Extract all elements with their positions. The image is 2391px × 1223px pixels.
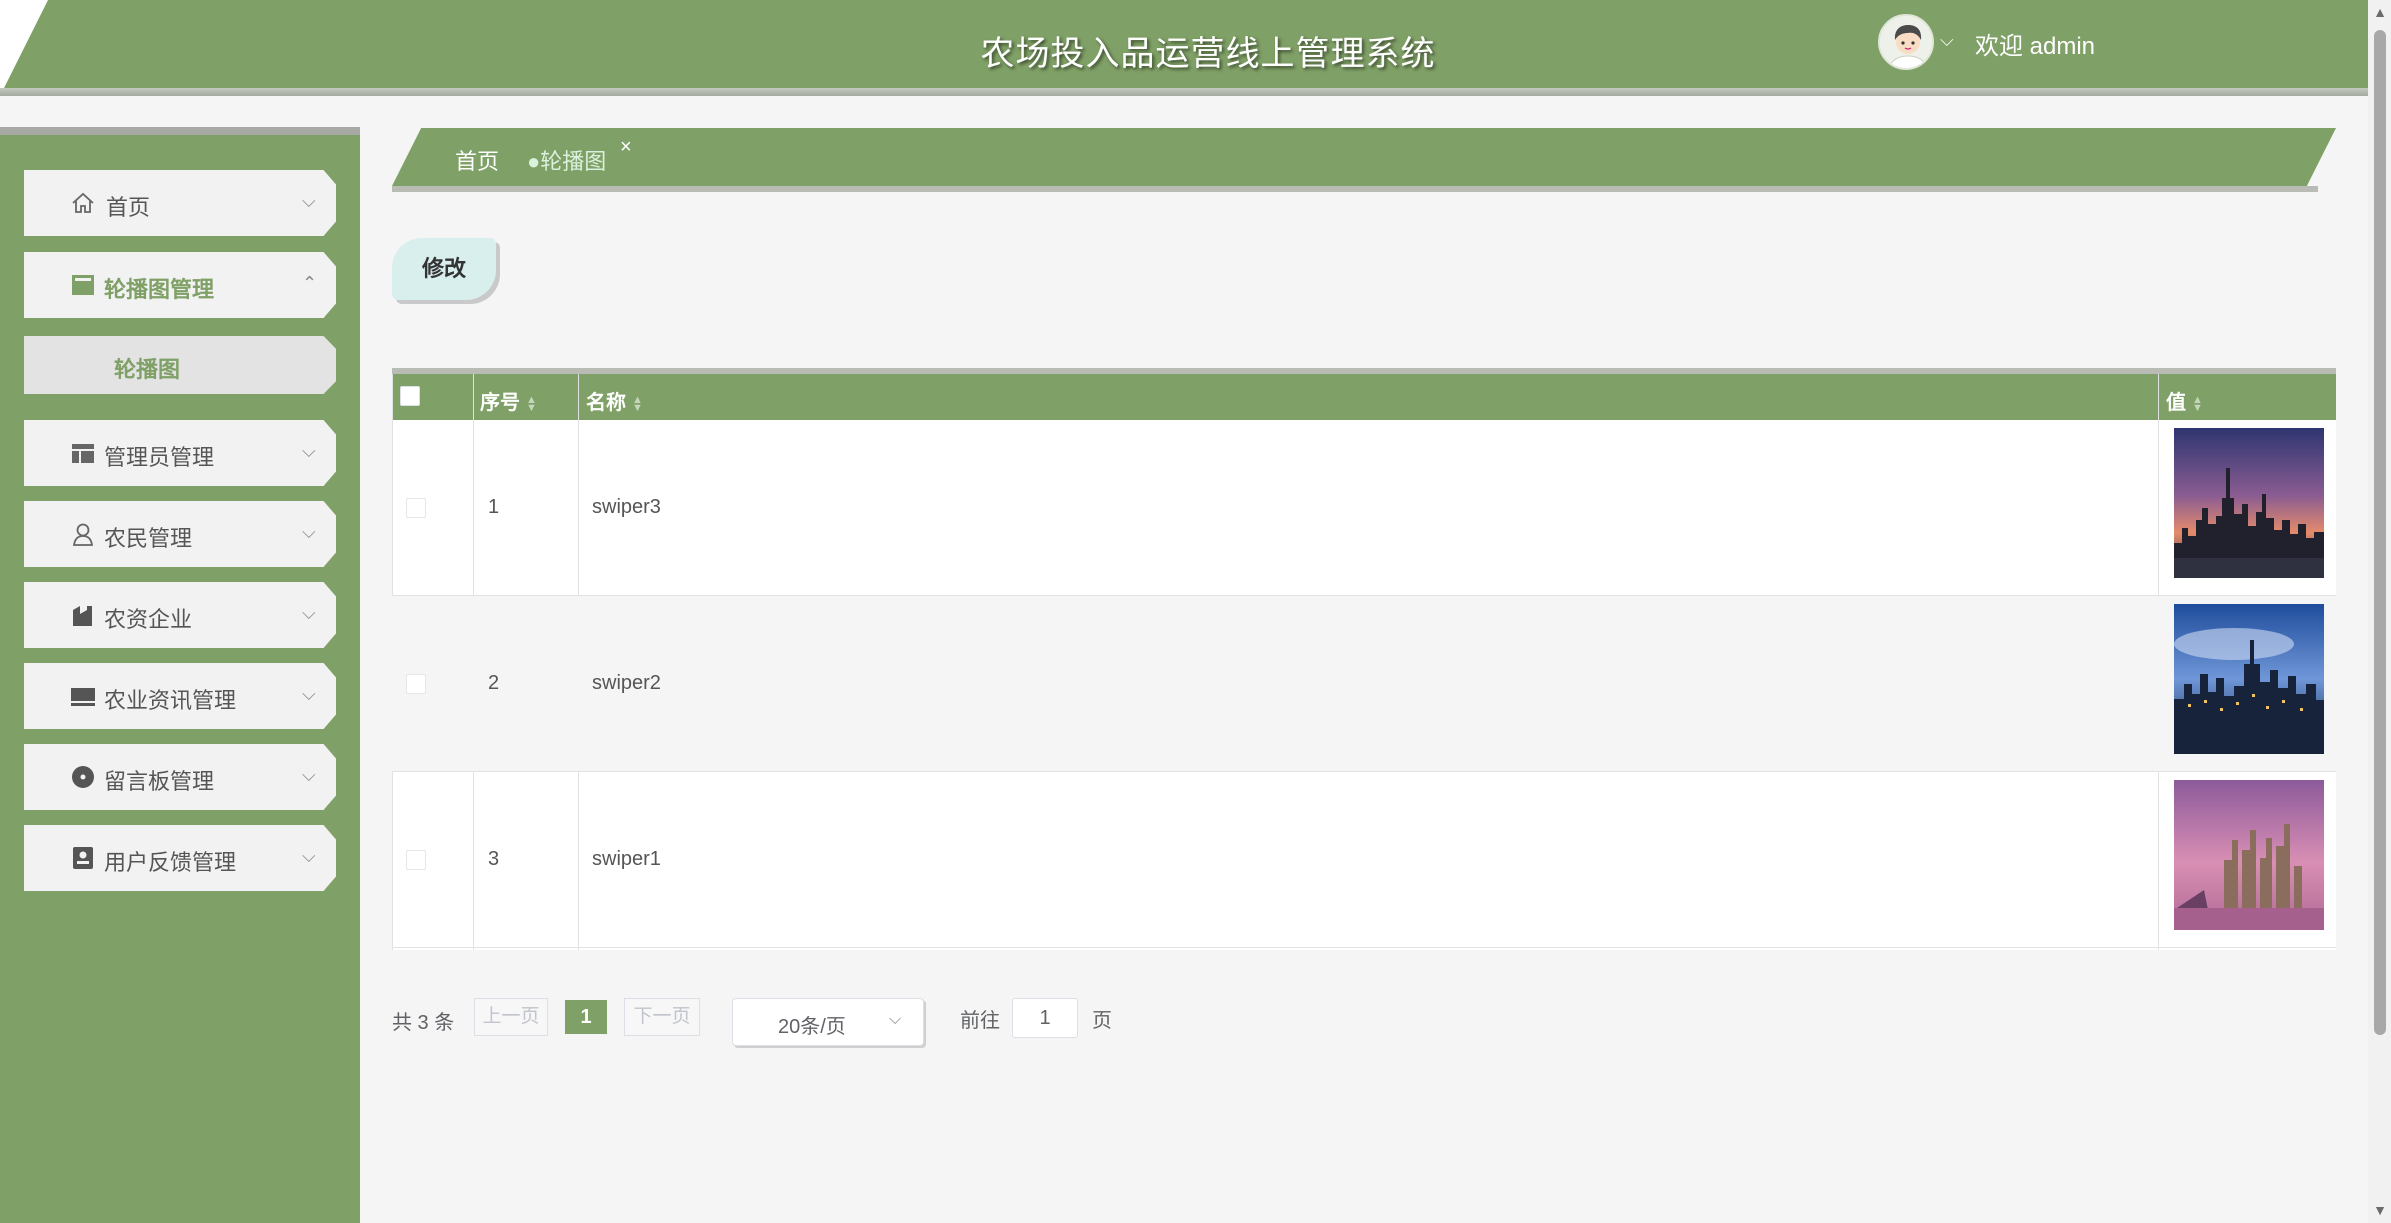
contact-card-icon (73, 847, 93, 869)
home-icon (72, 192, 94, 213)
carousel-table: 序号 ▲ ▼ 名称 ▲ ▼ 值 ▲ ▼ 1 swiper3 2 swiper2 … (392, 368, 2336, 950)
select-all-checkbox[interactable] (400, 386, 420, 406)
chevron-down-icon: ⌵ (302, 191, 316, 211)
column-header-index[interactable]: 序号 ▲ ▼ (480, 386, 537, 415)
sort-icon[interactable]: ▲ ▼ (632, 394, 643, 413)
next-page-button[interactable]: 下一页 (624, 998, 700, 1036)
goto-page-input[interactable] (1012, 998, 1078, 1038)
column-header-value[interactable]: 值 ▲ ▼ (2166, 386, 2203, 415)
row-checkbox[interactable] (406, 674, 426, 694)
breadcrumb-current-tab[interactable]: ●轮播图 (527, 144, 606, 176)
user-avatar[interactable] (1878, 14, 1934, 70)
welcome-text: 欢迎 admin (1975, 33, 2096, 60)
chevron-down-icon: ⌵ (302, 603, 316, 623)
table-row[interactable]: 2 swiper2 (392, 596, 2336, 772)
chevron-up-icon: ⌃ (302, 273, 318, 293)
goto-label: 前往 (960, 1010, 1000, 1032)
sidebar-item-label: 用户反馈管理 (104, 850, 237, 875)
chevron-down-icon: ⌵ (302, 846, 316, 866)
chevron-down-icon: ⌵ (302, 522, 316, 542)
top-header: 农场投入品运营线上管理系统 ⌵ 欢迎 admin (0, 0, 2368, 96)
cell-index: 1 (488, 496, 500, 518)
carousel-thumbnail-image[interactable] (2174, 780, 2324, 930)
cell-index: 3 (488, 848, 500, 870)
breadcrumb-underline (392, 186, 2318, 192)
column-header-label: 名称 (586, 392, 626, 414)
page-scrollbar[interactable]: ▲ ▼ (2368, 0, 2391, 1223)
sidebar-item-label: 留言板管理 (104, 769, 215, 794)
chevron-down-icon: ⌵ (302, 441, 316, 461)
sidebar-subitem-carousel[interactable]: 轮播图 (24, 336, 336, 394)
sidebar-item-label: 管理员管理 (104, 445, 215, 470)
carousel-thumbnail-image[interactable] (2174, 604, 2324, 754)
chevron-down-icon: ⌵ (302, 765, 316, 785)
current-page-number[interactable]: 1 (565, 1000, 607, 1034)
factory-icon (73, 606, 92, 626)
scroll-up-arrow-icon[interactable]: ▲ (2372, 4, 2388, 22)
carousel-thumbnail-image[interactable] (2174, 428, 2324, 578)
breadcrumb-home-link[interactable]: 首页 (455, 144, 499, 176)
sidebar-item-home[interactable]: 首页 ⌵ (24, 170, 336, 236)
sidebar-item-label: 农业资讯管理 (104, 688, 237, 713)
layout-icon (72, 444, 94, 463)
table-row[interactable]: 1 swiper3 (392, 420, 2336, 596)
cell-name: swiper1 (592, 848, 661, 870)
avatar-chevron-down-icon[interactable]: ⌵ (1940, 30, 1960, 50)
sidebar-item-label: 首页 (106, 195, 151, 220)
sidebar-item-farmer-management[interactable]: 农民管理 ⌵ (24, 501, 336, 567)
sidebar-item-label: 农民管理 (104, 526, 193, 551)
chevron-down-icon: ⌵ (889, 1011, 902, 1028)
image-icon (72, 275, 94, 295)
row-checkbox[interactable] (406, 850, 426, 870)
sort-icon[interactable]: ▲ ▼ (526, 394, 537, 413)
goto-suffix: 页 (1092, 1010, 1112, 1032)
table-row[interactable]: 3 swiper1 (392, 772, 2336, 948)
cell-index: 2 (488, 672, 500, 694)
sort-icon[interactable]: ▲ ▼ (2192, 394, 2203, 413)
scrollbar-thumb[interactable] (2374, 30, 2386, 1035)
cell-name: swiper3 (592, 496, 661, 518)
sidebar-item-message-board-management[interactable]: 留言板管理 ⌵ (24, 744, 336, 810)
column-header-label: 值 (2166, 392, 2186, 414)
column-header-label: 序号 (480, 392, 520, 414)
scroll-down-arrow-icon[interactable]: ▼ (2372, 1202, 2388, 1220)
sidebar-item-user-feedback-management[interactable]: 用户反馈管理 ⌵ (24, 825, 336, 891)
monitor-icon (71, 688, 95, 706)
sidebar-item-carousel-management[interactable]: 轮播图管理 ⌃ (24, 252, 336, 318)
edit-button[interactable]: 修改 (392, 238, 496, 300)
row-checkbox[interactable] (406, 498, 426, 518)
breadcrumb-bar (392, 128, 2336, 186)
page-size-value: 20条/页 (778, 1016, 846, 1038)
header-bottom-stripe (0, 88, 2368, 96)
chevron-down-icon: ⌵ (302, 684, 316, 704)
sidebar-item-admin-management[interactable]: 管理员管理 ⌵ (24, 420, 336, 486)
page-size-select[interactable]: 20条/页 ⌵ (732, 998, 924, 1046)
user-icon (72, 523, 94, 546)
table-header: 序号 ▲ ▼ 名称 ▲ ▼ 值 ▲ ▼ (392, 374, 2336, 420)
column-header-name[interactable]: 名称 ▲ ▼ (586, 386, 643, 415)
sidebar-subitem-label: 轮播图 (114, 357, 181, 382)
pagination-total: 共 3 条 (392, 1012, 455, 1034)
prev-page-button[interactable]: 上一页 (474, 998, 548, 1036)
close-tab-icon[interactable]: × (620, 136, 632, 159)
sidebar-item-label: 轮播图管理 (104, 277, 215, 302)
sidebar-item-agri-news-management[interactable]: 农业资讯管理 ⌵ (24, 663, 336, 729)
cell-name: swiper2 (592, 672, 661, 694)
sidebar-item-agri-enterprise[interactable]: 农资企业 ⌵ (24, 582, 336, 648)
disc-icon (72, 766, 94, 788)
sidebar-item-label: 农资企业 (104, 607, 193, 632)
